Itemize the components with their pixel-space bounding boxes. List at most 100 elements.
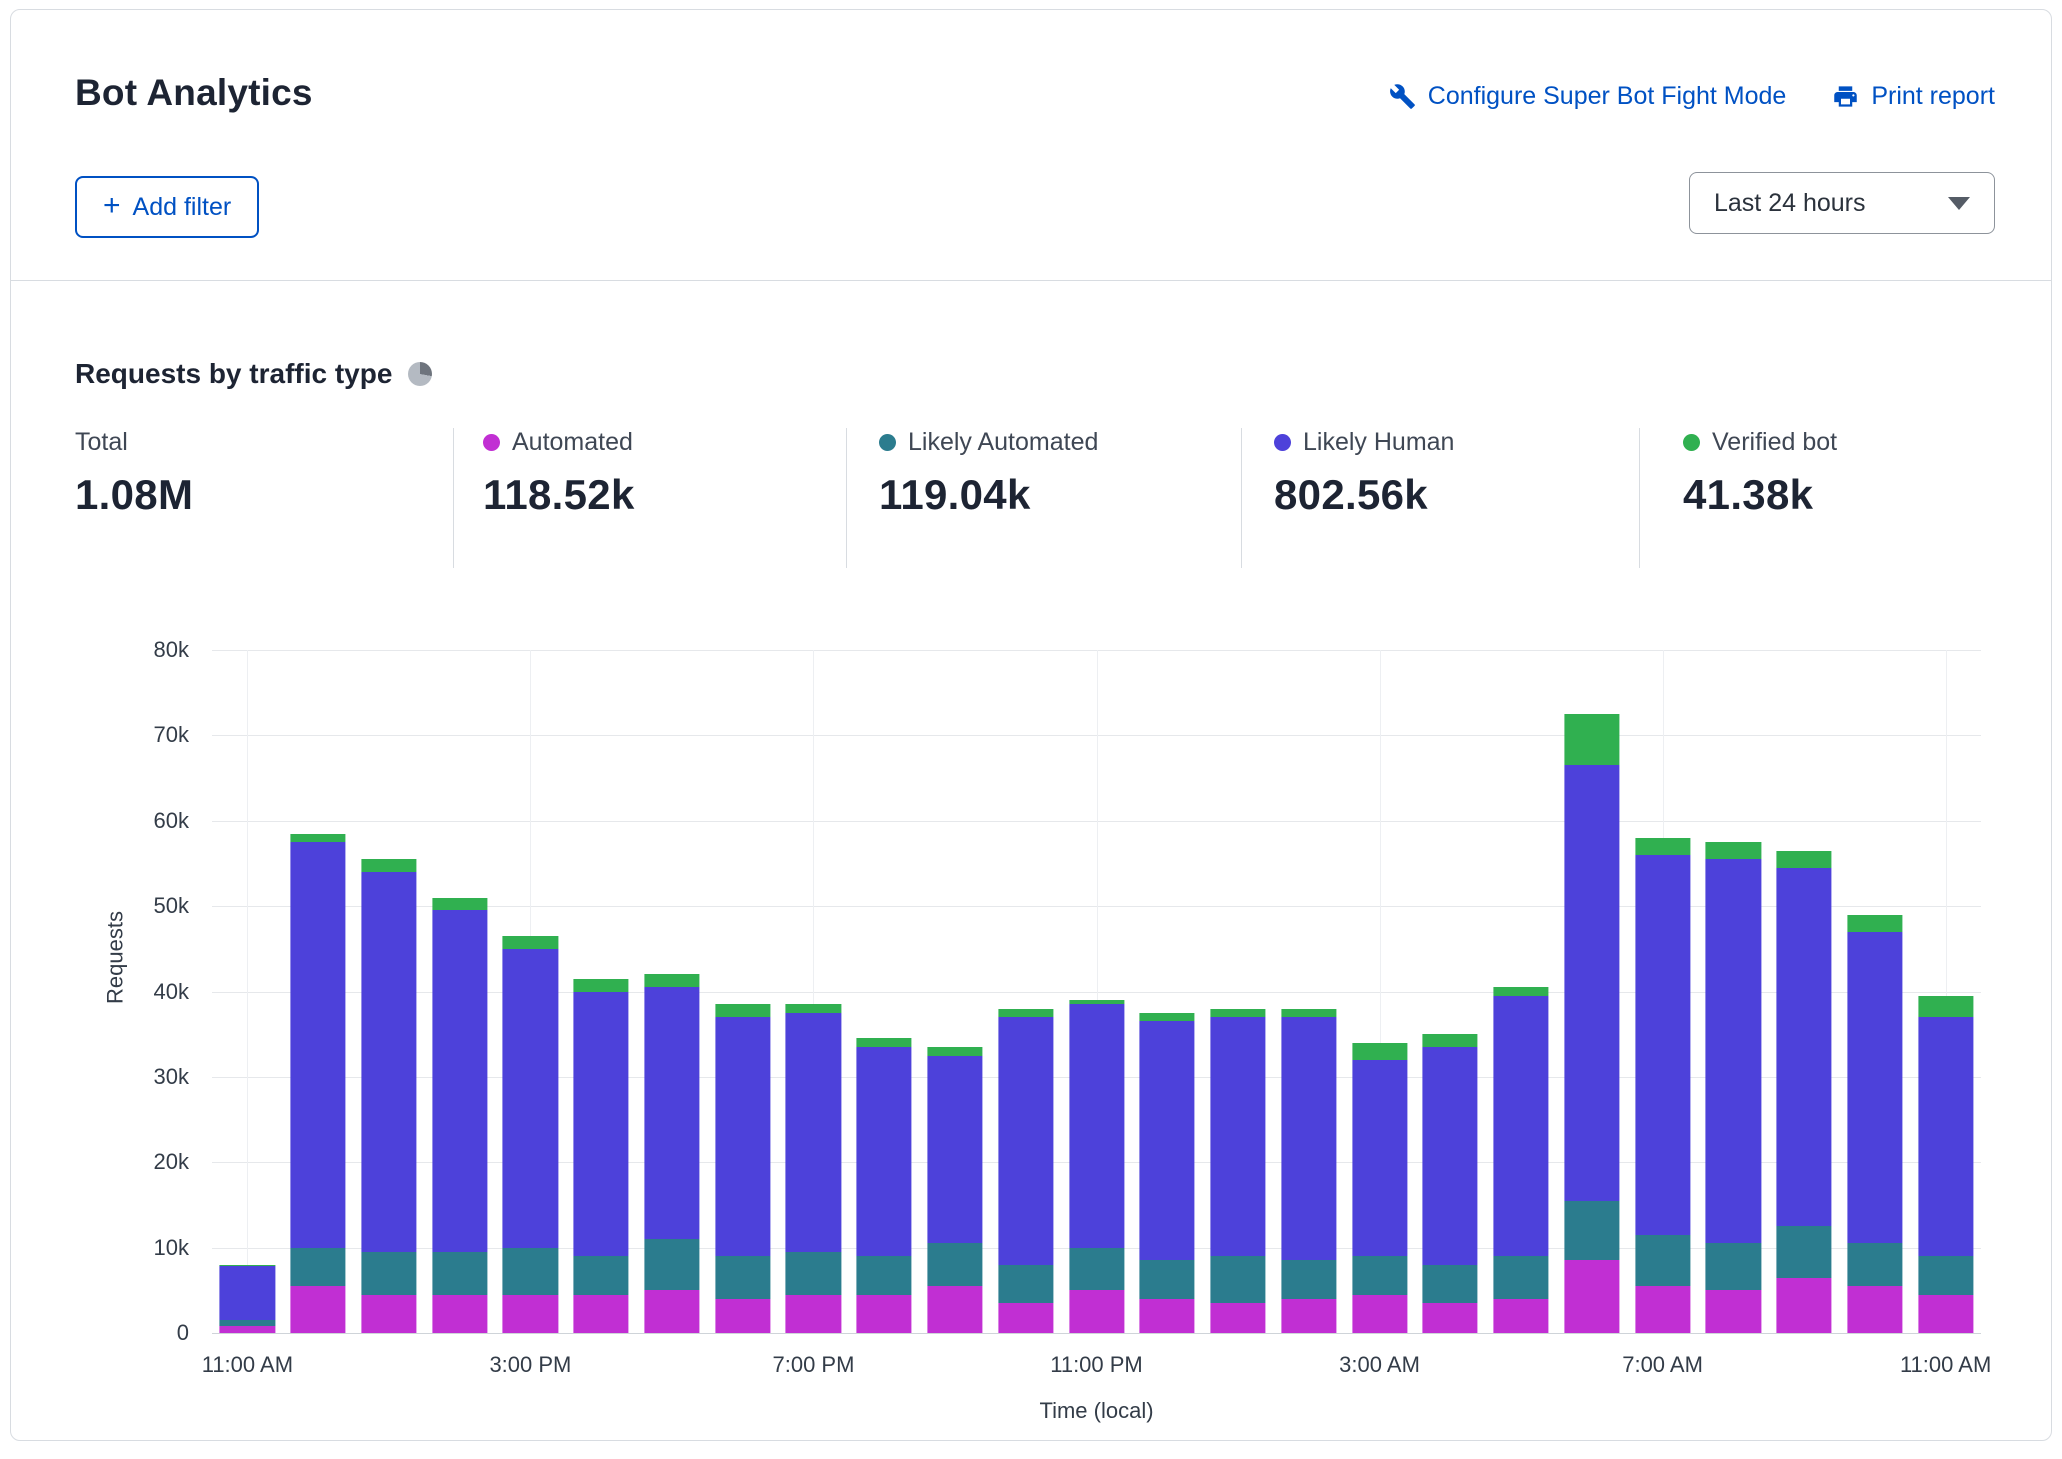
stacked-bar-1-00-pm[interactable] bbox=[361, 650, 416, 1333]
bar-segment-verified-bot bbox=[715, 1004, 770, 1017]
stacked-bar-5-00-am[interactable] bbox=[1493, 650, 1548, 1333]
stacked-bar-9-00-pm[interactable] bbox=[927, 650, 982, 1333]
stacked-bar-3-00-pm[interactable] bbox=[503, 650, 558, 1333]
stat-total-value: 1.08M bbox=[75, 471, 193, 519]
bar-segment-likely-human bbox=[1635, 855, 1690, 1235]
stacked-bar-11-00-am[interactable] bbox=[1918, 650, 1973, 1333]
bar-segment-verified-bot bbox=[574, 979, 629, 992]
bar-segment-likely-automated bbox=[644, 1239, 699, 1290]
stat-automated[interactable]: Automated 118.52k bbox=[483, 428, 635, 519]
bar-segment-verified-bot bbox=[220, 1265, 275, 1267]
bar-segment-verified-bot bbox=[927, 1047, 982, 1056]
bar-segment-likely-human bbox=[786, 1013, 841, 1252]
bar-segment-likely-automated bbox=[220, 1320, 275, 1326]
bar-segment-likely-automated bbox=[1706, 1243, 1761, 1290]
stat-verified-bot[interactable]: Verified bot 41.38k bbox=[1683, 428, 1837, 519]
wrench-icon bbox=[1389, 83, 1416, 110]
bar-segment-likely-automated bbox=[361, 1252, 416, 1295]
add-filter-button[interactable]: + Add filter bbox=[75, 176, 259, 238]
bar-segment-likely-human bbox=[1777, 868, 1832, 1227]
y-tick-label: 10k bbox=[154, 1235, 189, 1261]
bar-segment-likely-automated bbox=[1918, 1256, 1973, 1294]
stat-likely-automated[interactable]: Likely Automated 119.04k bbox=[879, 428, 1098, 519]
stacked-bar-12-00-am[interactable] bbox=[1140, 650, 1195, 1333]
stat-total-label: Total bbox=[75, 428, 128, 457]
print-report-link[interactable]: Print report bbox=[1832, 82, 1995, 111]
bar-segment-automated bbox=[1352, 1295, 1407, 1333]
bar-segment-automated bbox=[644, 1290, 699, 1333]
y-tick-label: 30k bbox=[154, 1064, 189, 1090]
bar-segment-automated bbox=[1706, 1290, 1761, 1333]
stacked-bar-6-00-pm[interactable] bbox=[715, 650, 770, 1333]
y-tick-label: 50k bbox=[154, 893, 189, 919]
stacked-bar-10-00-am[interactable] bbox=[1847, 650, 1902, 1333]
bar-segment-verified-bot bbox=[1210, 1009, 1265, 1018]
bar-segment-likely-human bbox=[998, 1017, 1053, 1265]
bar-segment-automated bbox=[220, 1326, 275, 1333]
bar-segment-automated bbox=[1423, 1303, 1478, 1333]
likely-automated-dot-icon bbox=[879, 434, 896, 451]
x-tick-label: 11:00 AM bbox=[1900, 1352, 1991, 1378]
stat-likely-human[interactable]: Likely Human 802.56k bbox=[1274, 428, 1454, 519]
bar-segment-likely-human bbox=[715, 1017, 770, 1256]
header-actions: Configure Super Bot Fight Mode Print rep… bbox=[1389, 82, 1995, 111]
bar-segment-likely-automated bbox=[574, 1256, 629, 1294]
bar-segment-likely-automated bbox=[432, 1252, 487, 1295]
bar-segment-verified-bot bbox=[432, 898, 487, 911]
bar-segment-automated bbox=[574, 1295, 629, 1333]
bar-segment-automated bbox=[1493, 1299, 1548, 1333]
configure-super-bot-fight-mode-link[interactable]: Configure Super Bot Fight Mode bbox=[1389, 82, 1787, 111]
stacked-bar-2-00-pm[interactable] bbox=[432, 650, 487, 1333]
bar-segment-automated bbox=[1069, 1290, 1124, 1333]
bar-segment-verified-bot bbox=[1706, 842, 1761, 859]
bar-segment-verified-bot bbox=[1493, 987, 1548, 996]
stacked-bar-6-00-am[interactable] bbox=[1564, 650, 1619, 1333]
y-tick-label: 80k bbox=[154, 637, 189, 663]
automated-dot-icon bbox=[483, 434, 500, 451]
stat-total: Total 1.08M bbox=[75, 428, 193, 519]
stacked-bar-4-00-pm[interactable] bbox=[574, 650, 629, 1333]
x-axis-title: Time (local) bbox=[212, 1398, 1981, 1424]
bar-segment-likely-automated bbox=[291, 1248, 346, 1286]
bar-segment-verified-bot bbox=[503, 936, 558, 949]
bar-segment-likely-automated bbox=[1352, 1256, 1407, 1294]
bar-segment-likely-human bbox=[361, 872, 416, 1252]
stacked-bar-2-00-am[interactable] bbox=[1281, 650, 1336, 1333]
stacked-bar-8-00-am[interactable] bbox=[1706, 650, 1761, 1333]
stacked-bar-7-00-pm[interactable] bbox=[786, 650, 841, 1333]
bar-segment-verified-bot bbox=[1777, 851, 1832, 868]
bar-segment-likely-human bbox=[1706, 859, 1761, 1243]
bar-segment-verified-bot bbox=[1140, 1013, 1195, 1022]
stacked-bar-1-00-am[interactable] bbox=[1210, 650, 1265, 1333]
stacked-bar-8-00-pm[interactable] bbox=[857, 650, 912, 1333]
stacked-bar-11-00-am[interactable] bbox=[220, 650, 275, 1333]
bar-segment-automated bbox=[1777, 1278, 1832, 1333]
stacked-bar-9-00-am[interactable] bbox=[1777, 650, 1832, 1333]
bar-segment-likely-human bbox=[927, 1056, 982, 1244]
bar-segment-likely-human bbox=[1423, 1047, 1478, 1265]
header-divider bbox=[11, 280, 2051, 281]
bar-segment-likely-human bbox=[220, 1266, 275, 1320]
stat-automated-value: 118.52k bbox=[483, 471, 635, 519]
bar-segment-verified-bot bbox=[1564, 714, 1619, 765]
stacked-bar-11-00-pm[interactable] bbox=[1069, 650, 1124, 1333]
printer-icon bbox=[1832, 83, 1859, 110]
y-tick-label: 40k bbox=[154, 979, 189, 1005]
bar-segment-likely-automated bbox=[503, 1248, 558, 1295]
stat-divider bbox=[1639, 428, 1640, 568]
time-range-dropdown[interactable]: Last 24 hours bbox=[1689, 172, 1995, 234]
bar-segment-likely-human bbox=[1069, 1004, 1124, 1247]
y-tick-label: 70k bbox=[154, 722, 189, 748]
bar-segment-automated bbox=[1635, 1286, 1690, 1333]
bar-segment-likely-human bbox=[644, 987, 699, 1239]
stacked-bar-3-00-am[interactable] bbox=[1352, 650, 1407, 1333]
bar-segment-likely-automated bbox=[1140, 1260, 1195, 1298]
stacked-bar-7-00-am[interactable] bbox=[1635, 650, 1690, 1333]
bar-segment-verified-bot bbox=[786, 1004, 841, 1013]
bar-segment-verified-bot bbox=[1069, 1000, 1124, 1004]
stacked-bar-5-00-pm[interactable] bbox=[644, 650, 699, 1333]
stacked-bar-10-00-pm[interactable] bbox=[998, 650, 1053, 1333]
stacked-bar-4-00-am[interactable] bbox=[1423, 650, 1478, 1333]
stacked-bar-12-00-pm[interactable] bbox=[291, 650, 346, 1333]
bar-segment-likely-human bbox=[432, 910, 487, 1252]
